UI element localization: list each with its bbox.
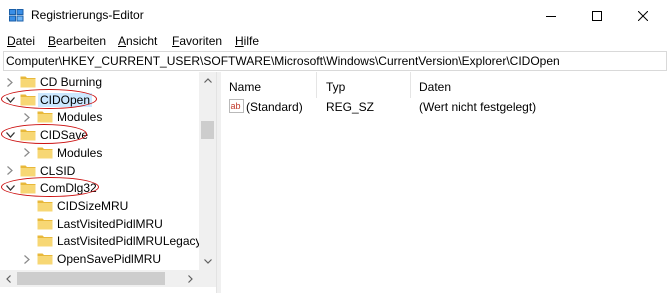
tree-item-label: OpenSavePidlMRU	[57, 252, 162, 266]
tree-item[interactable]: CD Burning	[0, 73, 200, 91]
scroll-left-arrow-icon[interactable]	[0, 270, 17, 287]
tree-item[interactable]: CIDSave	[0, 124, 200, 145]
vertical-scroll-thumb[interactable]	[201, 121, 214, 139]
folder-icon	[37, 199, 53, 212]
tree-item[interactable]: Modules	[0, 144, 200, 162]
menu-favoriten[interactable]: Favoriten	[172, 34, 222, 48]
value-data: (Wert nicht festgelegt)	[419, 100, 537, 114]
menu-hilfe[interactable]: Hilfe	[235, 34, 259, 48]
tree-item[interactable]: CIDOpen	[0, 88, 200, 109]
window-title: Registrierungs-Editor	[31, 8, 144, 22]
annotation-circle	[1, 88, 97, 109]
column-separator[interactable]	[316, 72, 317, 98]
tree-item[interactable]: OpenSavePidlMRU	[0, 250, 200, 268]
folder-icon	[37, 234, 53, 247]
minimize-icon	[546, 15, 556, 17]
column-separator[interactable]	[410, 72, 411, 98]
tree-item-label: LastVisitedPidlMRULegacy	[57, 234, 202, 249]
chevron-right-icon[interactable]	[5, 165, 15, 177]
minimize-button[interactable]	[528, 0, 574, 31]
maximize-button[interactable]	[574, 0, 620, 31]
tree-item[interactable]: LastVisitedPidlMRU	[0, 215, 200, 233]
scroll-down-arrow-icon[interactable]	[199, 253, 216, 270]
tree-item[interactable]: LastVisitedPidlMRULegacy	[0, 232, 202, 250]
folder-icon	[37, 110, 53, 123]
value-type: REG_SZ	[326, 100, 375, 114]
tree-item-label: CIDSizeMRU	[57, 198, 129, 213]
folder-icon	[37, 146, 53, 159]
tree-item-label: LastVisitedPidlMRU	[57, 216, 163, 231]
horizontal-scroll-thumb[interactable]	[17, 272, 165, 285]
chevron-right-icon[interactable]	[22, 253, 32, 265]
menu-bearbeiten[interactable]: Bearbeiten	[48, 34, 106, 48]
address-path[interactable]: Computer\HKEY_CURRENT_USER\SOFTWARE\Micr…	[6, 54, 560, 68]
menu-datei[interactable]: Datei	[7, 34, 35, 48]
svg-text:ab: ab	[231, 101, 241, 111]
folder-icon	[37, 252, 53, 265]
column-header-name[interactable]: Name	[229, 72, 261, 98]
tree-item-label: Modules	[57, 110, 103, 125]
annotation-circle	[1, 124, 87, 145]
scroll-right-arrow-icon[interactable]	[182, 270, 199, 287]
address-bar[interactable]: Computer\HKEY_CURRENT_USER\SOFTWARE\Micr…	[3, 51, 667, 71]
folder-icon	[20, 164, 36, 177]
values-list[interactable]: Name Typ Daten ab (Standard) REG_SZ (Wer…	[221, 72, 667, 293]
string-value-icon: ab	[229, 99, 244, 113]
maximize-icon	[592, 10, 602, 21]
scrollbar-corner	[199, 270, 216, 287]
tree-vertical-scrollbar[interactable]	[199, 72, 216, 270]
title-bar: Registrierungs-Editor	[0, 0, 667, 31]
value-name: (Standard)	[246, 100, 303, 114]
chevron-right-icon[interactable]	[22, 111, 32, 123]
tree-horizontal-scrollbar[interactable]	[0, 270, 216, 287]
tree-item[interactable]: ComDlg32	[0, 177, 200, 198]
chevron-right-icon[interactable]	[22, 147, 32, 159]
tree-item-label: Modules	[57, 145, 103, 160]
tree-item-label: CD Burning	[40, 75, 103, 89]
tree-item[interactable]: CIDSizeMRU	[0, 197, 200, 215]
close-button[interactable]	[620, 0, 666, 31]
column-header-type[interactable]: Typ	[326, 72, 345, 98]
value-row[interactable]: ab (Standard) REG_SZ (Wert nicht festgel…	[221, 98, 667, 116]
folder-icon	[20, 75, 36, 88]
tree-item-label: CLSID	[40, 163, 76, 178]
chevron-right-icon[interactable]	[5, 76, 15, 88]
key-tree[interactable]: CD Burning CIDOpen Modules CIDSave Modules CL…	[0, 72, 216, 293]
scroll-up-arrow-icon[interactable]	[199, 72, 216, 89]
regedit-app-icon	[9, 9, 24, 22]
menu-ansicht[interactable]: Ansicht	[118, 34, 157, 48]
folder-icon	[37, 217, 53, 230]
close-icon	[638, 10, 648, 21]
column-header-data[interactable]: Daten	[419, 72, 451, 98]
menu-bar: Datei Bearbeiten Ansicht Favoriten Hilfe	[0, 31, 667, 51]
